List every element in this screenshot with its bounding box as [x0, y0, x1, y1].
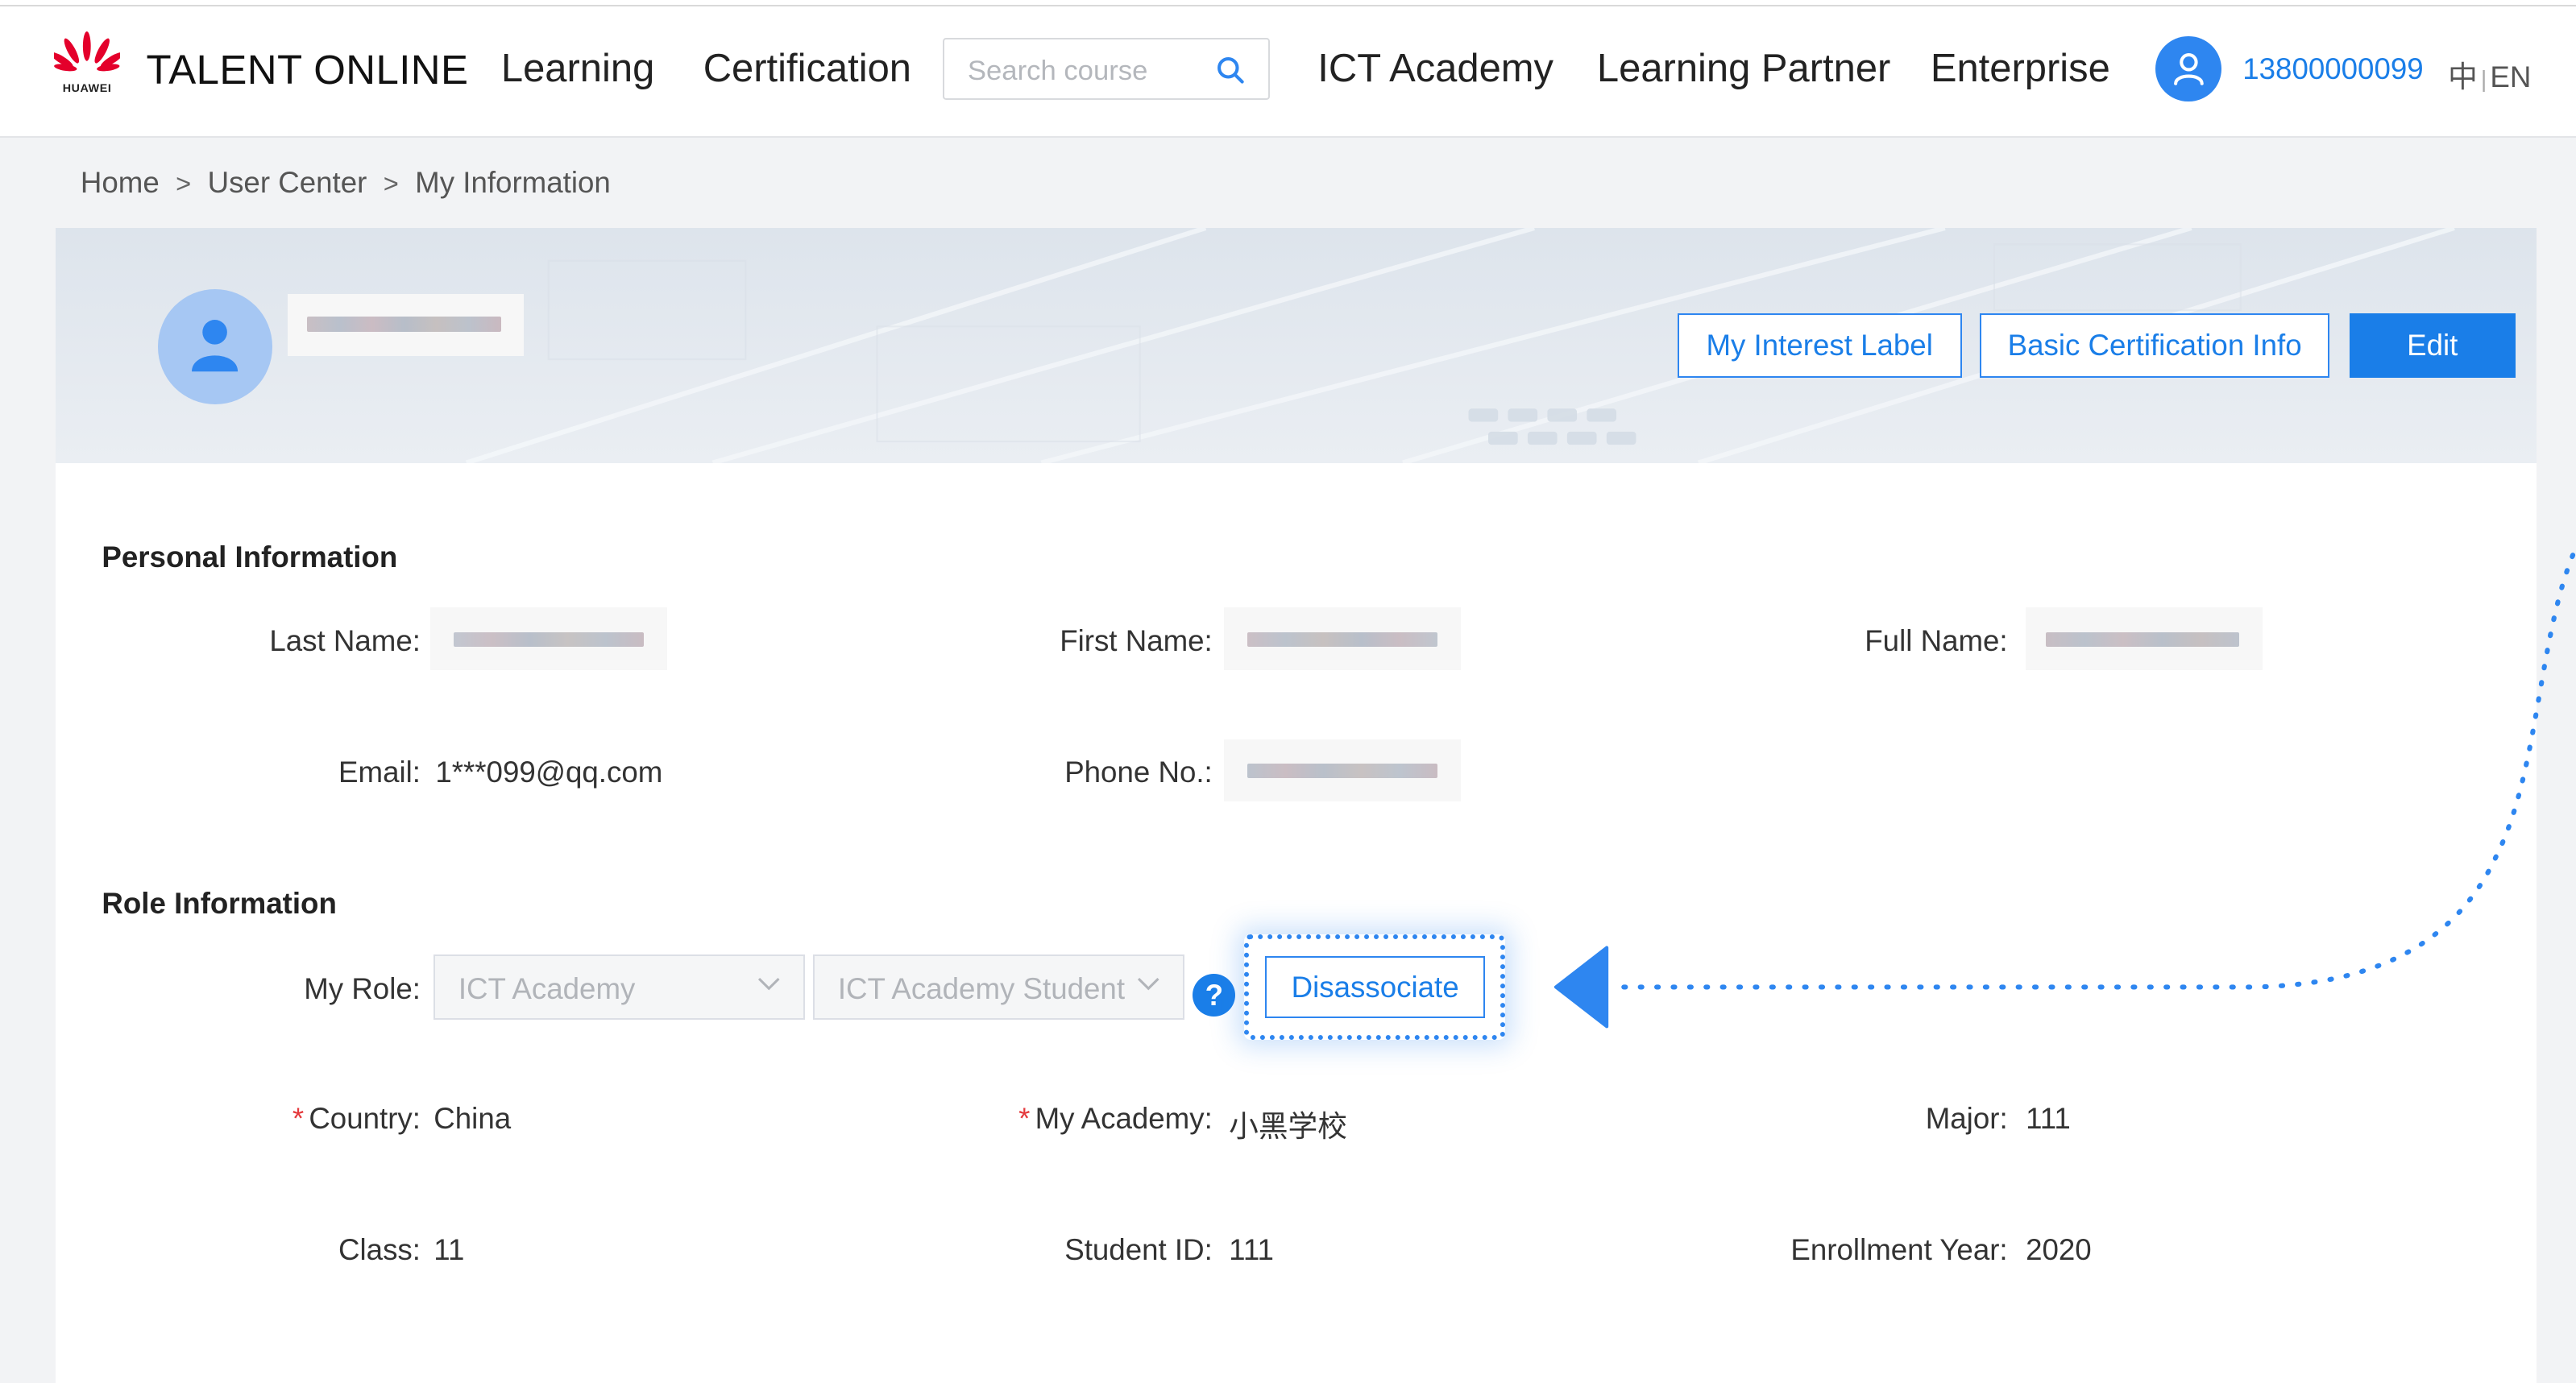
annotation-arrow [1553, 553, 2576, 1029]
